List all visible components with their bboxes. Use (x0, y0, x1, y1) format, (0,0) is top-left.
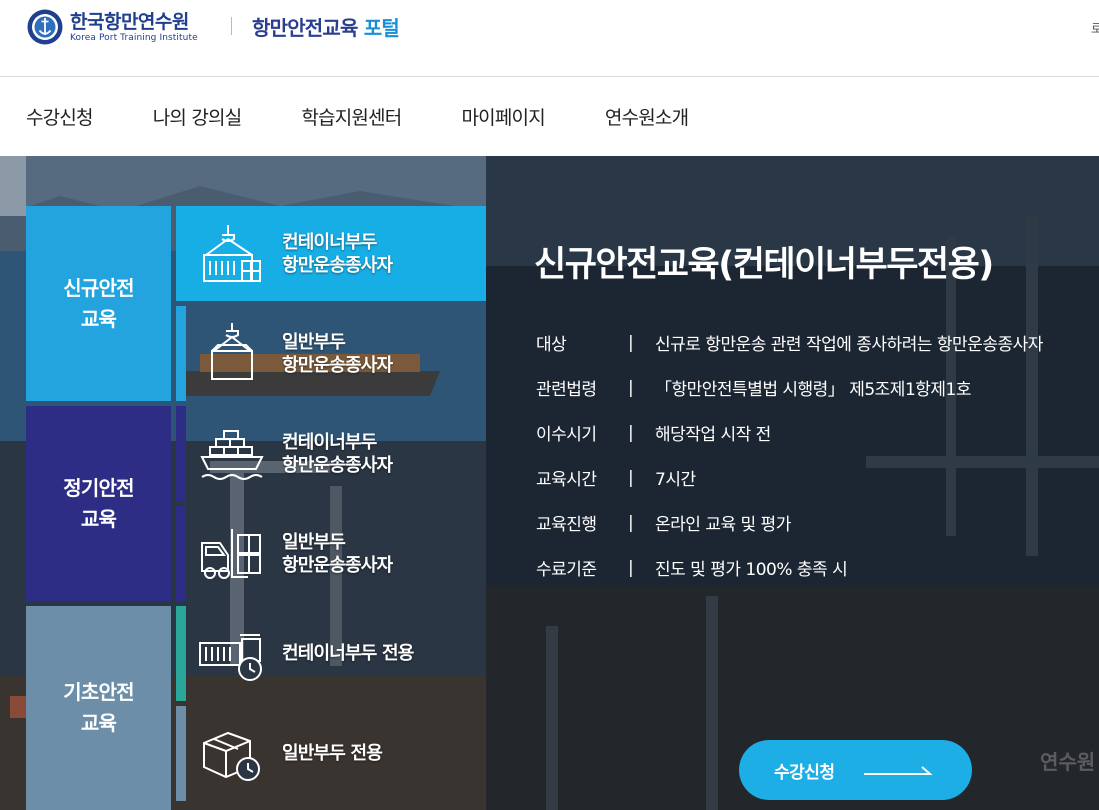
course-label-line1: 컨테이너부두 (282, 231, 377, 253)
course-color-bar (176, 706, 186, 801)
course-label-line2: 항만운송종사자 (282, 254, 393, 276)
container-ship-icon (200, 430, 264, 480)
portal-title-main: 항만안전교육 (252, 16, 358, 40)
course-color-bar (176, 306, 186, 401)
logo-korean-name: 한국항만연수원 (70, 10, 189, 33)
nav-item-course-apply[interactable]: 수강신청 (26, 103, 94, 130)
site-header: 한국항만연수원 Korea Port Training Institute 항만… (0, 0, 1099, 77)
info-row-target: 대상 | 신규로 항만운송 관련 작업에 종사하려는 항만운송종사자 (536, 320, 1043, 365)
nav-item-my-classroom[interactable]: 나의 강의실 (153, 103, 242, 130)
info-separator: | (628, 332, 634, 353)
container-clock-icon (199, 634, 262, 681)
info-key: 교육진행 (536, 515, 597, 535)
course-item-basic-container[interactable]: 컨테이너부두 전용 (176, 606, 486, 701)
course-label: 일반부두 항만운송종사자 (282, 531, 393, 577)
hero-section: 신규안전 교육 정기안전 교육 기초안전 교육 컨테이너부두 항만운송종사자 일… (0, 156, 1099, 810)
category-label: 교육 (80, 506, 117, 531)
course-label-line2: 항만운송종사자 (282, 554, 393, 576)
info-key: 이수시기 (536, 425, 597, 445)
info-value: 온라인 교육 및 평가 (655, 515, 791, 535)
course-label-line2: 항만운송종사자 (282, 354, 393, 376)
info-value: 「항만안전특별법 시행령」 제5조제1항제1호 (655, 380, 972, 400)
info-separator: | (628, 467, 634, 488)
category-basic-safety[interactable]: 기초안전교육 (26, 606, 171, 810)
category-label: 신규안전 (63, 275, 134, 300)
box-clock-icon (203, 731, 260, 781)
info-key: 관련법령 (536, 380, 597, 400)
course-label-line1: 일반부두 (282, 331, 346, 353)
course-info-list: 대상 | 신규로 항만운송 관련 작업에 종사하려는 항만운송종사자 관련법령 … (536, 320, 1043, 590)
container-crane-icon (203, 225, 261, 282)
course-label: 컨테이너부두 전용 (282, 642, 414, 665)
course-title: 신규안전교육(컨테이너부두전용) (534, 245, 994, 285)
header-util-link[interactable]: 로 (1091, 18, 1099, 37)
info-value: 진도 및 평가 100% 충족 시 (655, 560, 848, 580)
course-item-regular-general[interactable]: 일반부두 항만운송종사자 (176, 506, 486, 601)
info-value: 해당작업 시작 전 (655, 425, 771, 445)
info-separator: | (628, 377, 634, 398)
course-label-line1: 일반부두 전용 (282, 743, 383, 764)
apply-button[interactable]: 수강신청 (739, 740, 972, 800)
info-separator: | (628, 557, 634, 578)
info-row-hours: 교육시간 | 7시간 (536, 455, 1043, 500)
info-key: 교육시간 (536, 470, 597, 490)
info-key: 대상 (536, 335, 567, 355)
site-logo[interactable]: 한국항만연수원 Korea Port Training Institute (26, 8, 198, 46)
info-separator: | (628, 422, 634, 443)
nav-item-learning-support[interactable]: 학습지원센터 (301, 103, 402, 130)
category-label: 정기안전 (63, 475, 134, 500)
apply-button-label: 수강신청 (774, 762, 835, 783)
info-value: 신규로 항만운송 관련 작업에 종사하려는 항만운송종사자 (655, 335, 1043, 355)
info-separator: | (628, 512, 634, 533)
portal-title-suffix: 포털 (363, 16, 400, 40)
course-color-bar (176, 606, 186, 701)
main-nav: 수강신청 나의 강의실 학습지원센터 마이페이지 연수원소개 (0, 77, 1099, 156)
emblem-icon (27, 9, 63, 45)
course-color-bar (176, 406, 186, 501)
course-item-basic-general[interactable]: 일반부두 전용 (176, 706, 486, 801)
category-label: 교육 (80, 306, 117, 331)
info-row-method: 교육진행 | 온라인 교육 및 평가 (536, 500, 1043, 545)
info-value: 7시간 (655, 470, 696, 490)
category-regular-safety[interactable]: 정기안전교육 (26, 406, 171, 601)
course-label-line1: 일반부두 (282, 531, 346, 553)
nav-item-mypage[interactable]: 마이페이지 (461, 103, 545, 130)
course-label: 컨테이너부두 항만운송종사자 (282, 431, 393, 477)
forklift-cargo-icon (201, 529, 261, 579)
course-label-line2: 항만운송종사자 (282, 454, 393, 476)
course-label: 컨테이너부두 항만운송종사자 (282, 231, 393, 277)
course-item-new-container[interactable]: 컨테이너부두 항만운송종사자 (176, 206, 486, 301)
watermark-text: 연수원 (1040, 750, 1096, 774)
course-label: 일반부두 전용 (282, 742, 383, 765)
course-item-regular-container[interactable]: 컨테이너부두 항만운송종사자 (176, 406, 486, 501)
course-item-new-general[interactable]: 일반부두 항만운송종사자 (176, 306, 486, 401)
course-label: 일반부두 항만운송종사자 (282, 331, 393, 377)
portal-title[interactable]: 항만안전교육 포털 (252, 12, 400, 41)
logo-english-name: Korea Port Training Institute (70, 32, 198, 43)
nav-item-about[interactable]: 연수원소개 (605, 103, 689, 130)
category-new-safety[interactable]: 신규안전교육 (26, 206, 171, 401)
arrow-right-icon (864, 766, 933, 775)
header-divider (231, 17, 232, 35)
info-key: 수료기준 (536, 560, 597, 580)
course-color-bar (176, 506, 186, 601)
category-label: 교육 (80, 711, 117, 735)
course-label-line1: 컨테이너부두 (282, 431, 377, 453)
info-row-law: 관련법령 | 「항만안전특별법 시행령」 제5조제1항제1호 (536, 365, 1043, 410)
course-label-line1: 컨테이너부두 전용 (282, 643, 414, 664)
info-row-completion: 수료기준 | 진도 및 평가 100% 충족 시 (536, 545, 1043, 590)
category-label: 기초안전 (63, 680, 134, 704)
cargo-box-hook-icon (211, 323, 253, 380)
info-row-timing: 이수시기 | 해당작업 시작 전 (536, 410, 1043, 455)
